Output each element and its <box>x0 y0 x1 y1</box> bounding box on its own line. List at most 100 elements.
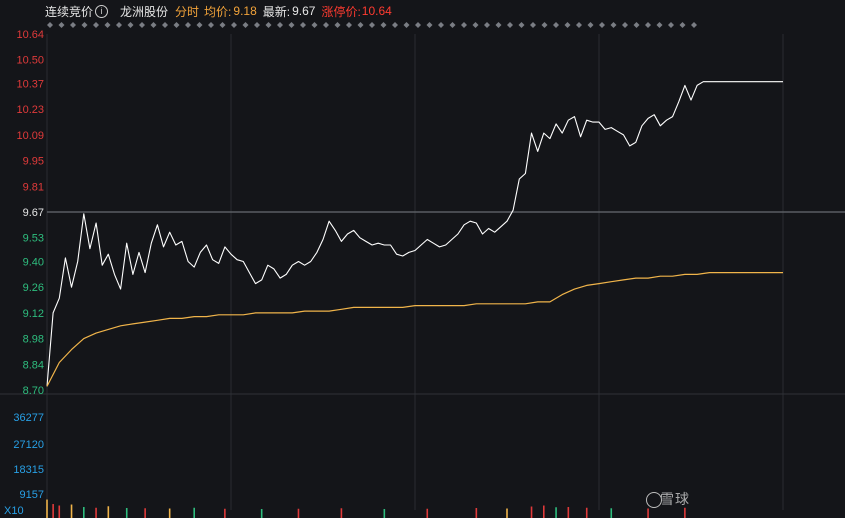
volume-bar <box>58 505 61 518</box>
status-diamond <box>185 22 191 28</box>
volume-bar <box>585 507 588 518</box>
status-diamond <box>219 22 226 28</box>
status-diamond <box>173 22 180 28</box>
volume-bar <box>543 505 545 518</box>
status-diamond <box>116 22 122 28</box>
volume-bar <box>297 508 300 518</box>
status-diamond <box>507 22 513 28</box>
status-diamond <box>599 22 605 28</box>
volume-bar <box>168 508 171 518</box>
volume-bar <box>70 504 73 518</box>
status-diamond <box>541 22 548 28</box>
status-diamond <box>323 22 329 28</box>
volume-bar <box>107 506 110 518</box>
status-diamond <box>70 22 76 28</box>
volume-bar <box>46 499 48 518</box>
status-diamond <box>633 22 640 28</box>
status-diamond <box>162 22 168 28</box>
volume-tick-label: 18315 <box>13 464 44 476</box>
status-diamond <box>380 22 387 28</box>
volume-bar <box>555 507 557 518</box>
volume-bar <box>95 507 97 518</box>
status-diamond <box>300 22 306 28</box>
status-diamond <box>576 22 582 28</box>
status-diamond <box>530 22 536 28</box>
y-tick-label: 8.98 <box>23 334 44 346</box>
y-tick-label: 10.09 <box>16 130 44 142</box>
volume-tick-label: 27120 <box>13 439 44 451</box>
status-diamond <box>495 22 502 28</box>
status-diamond <box>622 22 628 28</box>
volume-tick-label: 36277 <box>13 412 44 424</box>
y-tick-label: 9.26 <box>23 282 44 294</box>
y-tick-label: 10.64 <box>16 29 44 41</box>
y-tick-label: 9.53 <box>23 233 44 245</box>
volume-bar <box>475 508 478 518</box>
status-diamond <box>81 22 88 28</box>
y-tick-label: 10.37 <box>16 79 44 91</box>
y-tick-label: 9.12 <box>23 308 44 320</box>
y-tick-label: 9.81 <box>23 181 44 193</box>
volume-bar <box>193 507 195 518</box>
volume-bar <box>567 507 570 518</box>
volume-bar <box>383 509 386 518</box>
status-diamond <box>334 22 341 28</box>
volume-bar <box>506 508 508 518</box>
status-diamond <box>403 22 410 28</box>
y-tick-label: 8.70 <box>23 385 44 397</box>
y-tick-label: 8.84 <box>23 359 44 371</box>
intraday-chart[interactable]: 10.64 10.50 10.37 10.23 10.09 9.95 9.81 9.67 9.5… <box>0 0 845 518</box>
status-diamond <box>438 22 444 28</box>
volume-tick-label: 9157 <box>20 489 44 501</box>
status-diamond <box>449 22 456 28</box>
status-diamond <box>242 22 249 28</box>
status-diamond <box>461 22 467 28</box>
status-diamond <box>587 22 594 28</box>
volume-bar <box>426 508 429 518</box>
status-diamond <box>196 22 203 28</box>
status-diamond <box>357 22 364 28</box>
watermark: 雪球 <box>660 491 690 507</box>
status-diamond <box>139 22 145 28</box>
status-diamond <box>277 22 283 28</box>
y-tick-label: 9.40 <box>23 257 44 269</box>
status-diamond <box>484 22 490 28</box>
status-diamond <box>93 22 99 28</box>
status-diamond <box>104 22 111 28</box>
status-diamond <box>58 22 65 28</box>
status-diamond <box>415 22 421 28</box>
volume-bar <box>260 509 263 518</box>
volume-bar <box>83 507 85 518</box>
status-diamond <box>254 22 260 28</box>
status-diamond <box>656 22 663 28</box>
status-diamond <box>47 22 53 28</box>
status-diamond <box>392 22 398 28</box>
y-tick-label: 9.67 <box>23 207 44 219</box>
status-diamond <box>472 22 479 28</box>
volume-bar <box>530 506 533 518</box>
y-tick-label: 10.50 <box>16 55 44 67</box>
status-diamond <box>265 22 272 28</box>
volume-unit-label: X10 <box>4 505 24 517</box>
status-diamond <box>645 22 651 28</box>
status-diamond <box>426 22 433 28</box>
volume-bar <box>52 504 54 518</box>
volume-bar <box>125 508 128 518</box>
status-diamond <box>564 22 571 28</box>
volume-bar <box>610 508 613 518</box>
volume-bar <box>224 508 226 518</box>
status-diamond <box>610 22 617 28</box>
status-diamond <box>668 22 674 28</box>
status-diamond <box>208 22 214 28</box>
status-diamond <box>369 22 375 28</box>
status-diamond <box>679 22 686 28</box>
status-diamond <box>311 22 318 28</box>
volume-bar <box>684 507 686 518</box>
status-diamond <box>346 22 352 28</box>
status-diamond <box>553 22 559 28</box>
status-diamond <box>150 22 157 28</box>
volume-bar <box>340 508 343 518</box>
status-diamond <box>127 22 134 28</box>
volume-bar <box>144 508 146 518</box>
status-diamond <box>518 22 525 28</box>
